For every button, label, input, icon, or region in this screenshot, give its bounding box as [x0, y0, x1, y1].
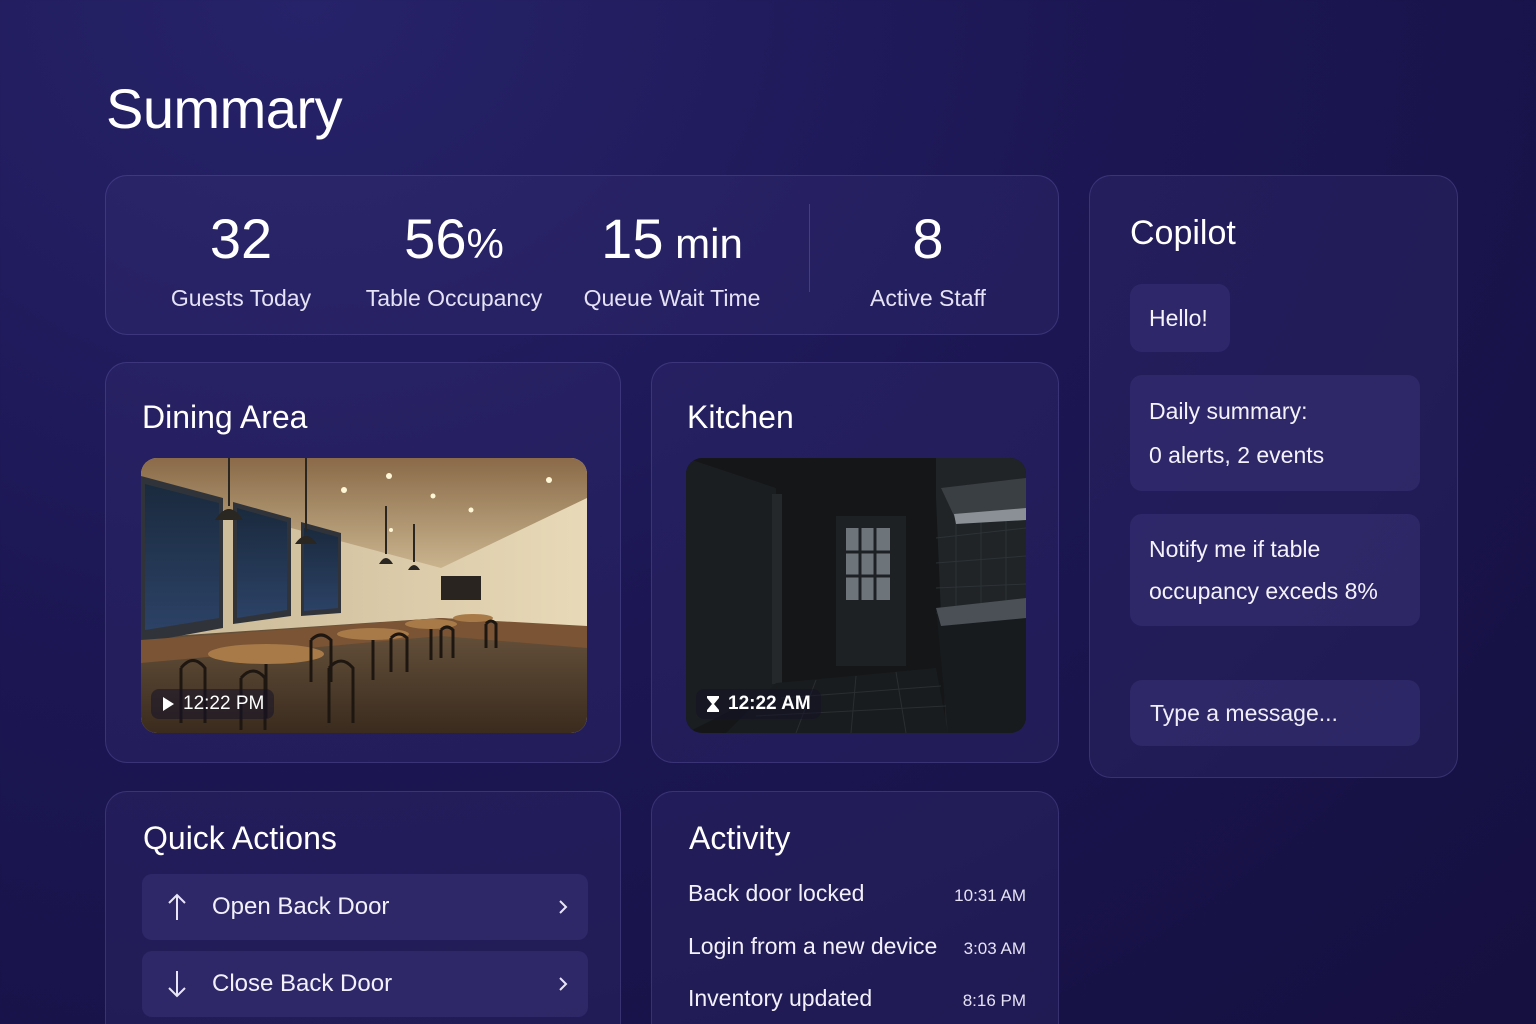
activity-item: Back door locked 10:31 AM — [688, 880, 1026, 907]
stat-queue-wait-time: 15 min Queue Wait Time — [574, 206, 770, 312]
kitchen-title: Kitchen — [687, 399, 794, 435]
chat-message-line: occupancy exceds 8% — [1149, 578, 1378, 604]
stat-active-staff: 8 Active Staff — [848, 206, 1008, 312]
activity-time: 10:31 AM — [954, 886, 1026, 905]
message-input[interactable] — [1130, 680, 1420, 746]
stats-card: 32 Guests Today 56% Table Occupancy 15 m… — [105, 175, 1059, 335]
activity-title: Activity — [689, 820, 791, 856]
close-back-door-button[interactable]: Close Back Door — [142, 951, 588, 1017]
activity-event: Inventory updated — [688, 985, 873, 1011]
stat-divider — [809, 204, 810, 292]
activity-card: Activity Back door locked 10:31 AM Login… — [651, 791, 1059, 1024]
chat-message-line: Hello! — [1149, 305, 1208, 331]
dining-area-title: Dining Area — [142, 399, 308, 435]
stat-label: Active Staff — [870, 285, 986, 311]
stat-label: Guests Today — [170, 285, 312, 311]
stat-guests-today: 32 Guests Today — [166, 206, 316, 312]
action-label: Open Back Door — [212, 893, 390, 920]
chat-message-line: Notify me if table — [1149, 536, 1321, 562]
chat-message: Notify me if table occupancy exceds 8% — [1130, 514, 1420, 626]
open-back-door-button[interactable]: Open Back Door — [142, 874, 588, 940]
stat-label: Table Occupancy — [365, 285, 543, 311]
activity-item: Inventory updated 8:16 PM — [688, 985, 1026, 1012]
hourglass-icon — [707, 696, 719, 712]
action-label: Close Back Door — [212, 970, 393, 997]
kitchen-camera-time: 12:22 AM — [728, 693, 811, 714]
dining-camera-time: 12:22 PM — [183, 693, 265, 714]
stat-table-occupancy: 56% Table Occupancy — [354, 206, 554, 312]
chat-message-line: Daily summary: — [1149, 398, 1308, 424]
arrow-down-icon — [168, 971, 186, 998]
kitchen-camera-timestamp: 12:22 AM — [696, 689, 821, 719]
stat-value: 56 — [404, 207, 467, 270]
dining-camera-timestamp: 12:22 PM — [151, 689, 275, 719]
quick-actions-card: Quick Actions Open Back Door Close Back … — [105, 791, 621, 1024]
copilot-title: Copilot — [1130, 214, 1236, 252]
stat-value: 32 — [209, 207, 273, 270]
activity-time: 8:16 PM — [962, 991, 1026, 1010]
stat-unit: % — [466, 220, 504, 267]
stat-value: 15 — [601, 207, 664, 270]
dining-camera-feed[interactable]: 12:22 PM — [141, 458, 587, 733]
copilot-panel: Copilot Hello! Daily summary: 0 alerts, … — [1089, 175, 1458, 778]
stat-value: 8 — [912, 207, 944, 270]
activity-event: Login from a new device — [688, 933, 938, 959]
page-title: Summary — [106, 77, 343, 140]
chevron-right-icon — [559, 977, 568, 991]
arrow-up-icon — [168, 893, 186, 920]
activity-time: 3:03 AM — [963, 939, 1026, 958]
chat-message-line: 0 alerts, 2 events — [1149, 442, 1325, 468]
dining-area-card: Dining Area 12:22 PM — [105, 362, 621, 763]
kitchen-camera-feed[interactable]: 12:22 AM — [686, 458, 1026, 733]
chat-message: Daily summary: 0 alerts, 2 events — [1130, 375, 1420, 491]
activity-item: Login from a new device 3:03 AM — [688, 933, 1026, 960]
stat-label: Queue Wait Time — [583, 285, 761, 311]
play-icon — [163, 697, 174, 711]
chevron-right-icon — [559, 900, 568, 914]
kitchen-card: Kitchen 12:22 AM — [651, 362, 1059, 763]
quick-actions-title: Quick Actions — [143, 820, 337, 856]
activity-event: Back door locked — [688, 880, 865, 906]
stat-unit: min — [663, 220, 743, 267]
chat-message: Hello! — [1130, 284, 1230, 352]
